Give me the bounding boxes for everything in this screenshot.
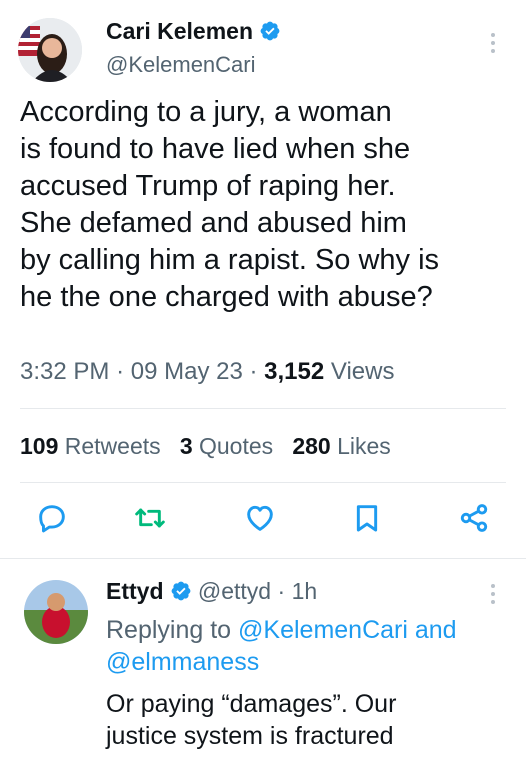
likes-stat[interactable]: 280 Likes — [292, 433, 390, 459]
bookmark-icon[interactable] — [351, 502, 383, 534]
retweet-icon[interactable] — [134, 502, 166, 534]
quotes-label: Quotes — [199, 433, 274, 459]
reply-author-handle[interactable]: @ettyd — [198, 578, 271, 604]
replying-to-prefix: Replying to — [106, 616, 232, 644]
tweet-date[interactable]: 09 May 23 — [131, 358, 243, 385]
tweet-text-line: According to a jury, a woman — [20, 96, 392, 128]
reply-author-name[interactable]: Ettyd — [106, 578, 164, 604]
reply-icon[interactable] — [36, 502, 68, 534]
reply-text-line: justice system is fractured — [106, 722, 394, 750]
views-count: 3,152 — [264, 358, 325, 385]
author-name-text: Cari Kelemen — [106, 18, 254, 44]
avatar-photo-icon — [24, 580, 88, 644]
meta-separator: · — [249, 358, 258, 385]
replying-to-link-2[interactable]: @elmmaness — [106, 648, 259, 676]
author-handle[interactable]: @KelemenCari — [106, 52, 256, 78]
author-name[interactable]: Cari Kelemen — [106, 18, 281, 45]
tweet-stats: 109 Retweets 3 Quotes 280 Likes — [20, 433, 391, 460]
replying-to-link-1[interactable]: @KelemenCari — [238, 616, 408, 644]
tweet-text-line: accused Trump of raping her. — [20, 170, 396, 202]
reply-author-avatar[interactable] — [24, 580, 88, 644]
more-options-icon[interactable] — [490, 33, 496, 53]
meta-separator: · — [277, 578, 286, 604]
quotes-stat[interactable]: 3 Quotes — [180, 433, 273, 459]
reply-age[interactable]: 1h — [292, 578, 318, 604]
tweet-time[interactable]: 3:32 PM — [20, 358, 109, 385]
divider — [20, 408, 506, 409]
retweets-label: Retweets — [64, 433, 161, 459]
divider — [20, 482, 506, 483]
share-icon[interactable] — [458, 502, 490, 534]
likes-count: 280 — [292, 433, 331, 459]
tweet-meta: 3:32 PM · 09 May 23 · 3,152 Views — [20, 358, 394, 386]
views-label: Views — [330, 358, 395, 385]
retweets-count: 109 — [20, 433, 59, 459]
like-icon[interactable] — [244, 502, 276, 534]
divider — [0, 558, 526, 559]
tweet-text-line: She defamed and abused him — [20, 207, 407, 239]
reply-text-line: Or paying “damages”. Our — [106, 690, 397, 718]
tweet-text-line: he the one charged with abuse? — [20, 281, 433, 313]
quotes-count: 3 — [179, 433, 193, 459]
tweet-text: According to a jury, a woman is found to… — [20, 94, 516, 316]
likes-label: Likes — [337, 433, 391, 459]
replying-to-and: and — [414, 616, 457, 644]
meta-separator: · — [116, 358, 125, 385]
reply-text: Or paying “damages”. Our justice system … — [106, 688, 516, 752]
author-avatar[interactable] — [18, 18, 82, 82]
tweet-text-line: by calling him a rapist. So why is — [20, 244, 440, 276]
reply-more-options-icon[interactable] — [490, 584, 496, 604]
avatar-photo-icon — [18, 18, 82, 82]
reply-header: Ettyd @ettyd · 1h — [106, 578, 317, 605]
retweets-stat[interactable]: 109 Retweets — [20, 433, 161, 459]
replying-to: Replying to @KelemenCari and @elmmaness — [106, 614, 516, 678]
tweet-text-line: is found to have lied when she — [20, 133, 411, 165]
verified-badge-icon — [171, 581, 190, 601]
verified-badge-icon — [260, 21, 280, 41]
